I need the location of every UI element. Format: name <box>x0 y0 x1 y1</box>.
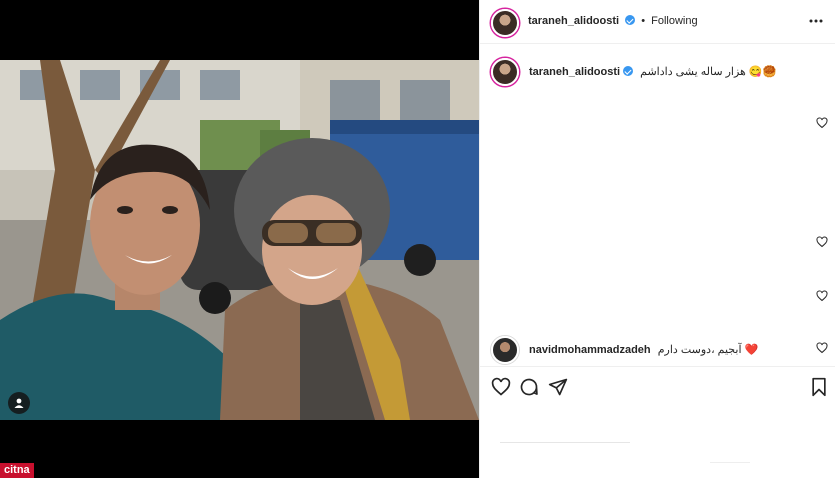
post-actions-bar <box>480 366 835 406</box>
author-avatar[interactable] <box>491 9 519 37</box>
site-watermark: citna <box>0 463 34 478</box>
like-comment-heart-icon[interactable] <box>816 342 828 354</box>
post-media: citna <box>0 0 479 478</box>
commenter-avatar[interactable] <box>491 336 519 364</box>
user-tag-button[interactable] <box>8 392 30 414</box>
commenter-username[interactable]: navidmohammadzadeh <box>529 344 651 356</box>
more-options-button[interactable] <box>808 13 824 29</box>
like-comment-heart-icon[interactable] <box>816 290 828 302</box>
post-header: taraneh_alidoosti • Following <box>480 0 835 44</box>
caption-text: taraneh_alidoosti هزار ساله یشی داداشم 😋… <box>529 65 776 79</box>
placeholder-line <box>710 462 750 463</box>
verified-badge-icon <box>623 66 634 76</box>
like-comment-heart-icon[interactable] <box>816 117 828 129</box>
post-photo[interactable] <box>0 60 479 420</box>
verified-badge-icon <box>625 15 636 25</box>
heart-icon[interactable] <box>491 377 511 397</box>
more-options-icon <box>809 19 823 23</box>
bookmark-icon[interactable] <box>809 377 829 397</box>
caption-row: taraneh_alidoosti هزار ساله یشی داداشم 😋… <box>491 58 776 86</box>
comment-text: navidmohammadzadeh آبجیم ،دوست دارم ❤️ <box>529 343 758 357</box>
like-comment-heart-icon[interactable] <box>816 236 828 248</box>
post-sidebar: taraneh_alidoosti • Following taraneh_al… <box>479 0 835 478</box>
caption-username[interactable]: taraneh_alidoosti <box>529 66 620 78</box>
author-line: taraneh_alidoosti • Following <box>528 15 698 27</box>
comment-row: navidmohammadzadeh آبجیم ،دوست دارم ❤️ <box>491 336 758 364</box>
share-icon[interactable] <box>548 377 568 397</box>
placeholder-line <box>500 442 630 443</box>
caption-message: هزار ساله یشی داداشم 😋🥮 <box>640 66 777 78</box>
following-button[interactable]: Following <box>651 15 697 27</box>
selfie-photo <box>0 60 479 420</box>
comment-message: آبجیم ،دوست دارم ❤️ <box>657 344 759 356</box>
comment-icon[interactable] <box>519 377 539 397</box>
separator-dot: • <box>641 15 646 27</box>
user-tag-icon <box>14 398 24 408</box>
author-username[interactable]: taraneh_alidoosti <box>528 15 619 27</box>
caption-avatar[interactable] <box>491 58 519 86</box>
